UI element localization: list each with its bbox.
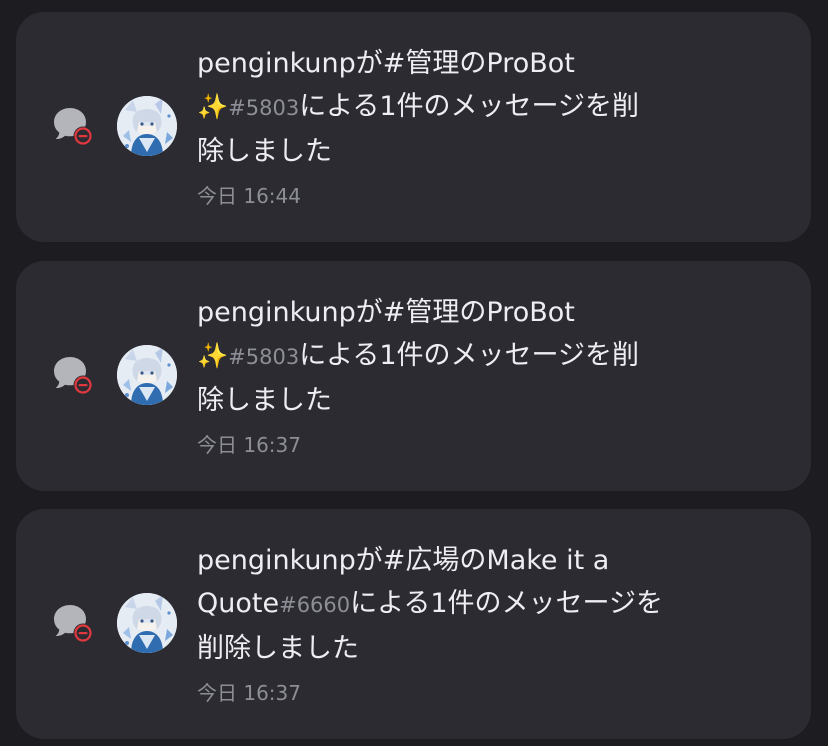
username[interactable]: penginkunp xyxy=(197,48,356,79)
timestamp: 今日 16:37 xyxy=(197,681,301,705)
bot-discriminator: #5803 xyxy=(228,345,300,369)
channel-name[interactable]: #管理 xyxy=(383,48,460,79)
notification-text: penginkunpが#管理のProBot ✨#5803による1件のメッセージを削… xyxy=(197,291,757,458)
notification-message: penginkunpが#広場のMake it a Quote#6660による1件の… xyxy=(197,545,663,664)
bot-avatar[interactable] xyxy=(117,345,177,405)
username[interactable]: penginkunp xyxy=(197,297,356,328)
bot-name[interactable]: ProBot xyxy=(486,48,574,79)
notification-text: penginkunpが#広場のMake it a Quote#6660による1件の… xyxy=(197,539,757,706)
channel-name[interactable]: #広場 xyxy=(383,545,460,576)
bot-avatar[interactable] xyxy=(117,96,177,156)
bot-discriminator: #6660 xyxy=(279,593,351,617)
sparkles-emoji-icon: ✨ xyxy=(197,341,229,370)
audit-notification[interactable]: penginkunpが#管理のProBot ✨#5803による1件のメッセージを削… xyxy=(16,12,811,242)
bot-name[interactable]: Make it a xyxy=(486,545,609,576)
timestamp: 今日 16:44 xyxy=(197,184,301,208)
message-delete-icon xyxy=(50,602,94,646)
notification-message: penginkunpが#管理のProBot ✨#5803による1件のメッセージを削… xyxy=(197,297,640,416)
sparkles-emoji-icon: ✨ xyxy=(197,92,229,121)
bot-name[interactable]: ProBot xyxy=(486,297,574,328)
audit-notification[interactable]: penginkunpが#管理のProBot ✨#5803による1件のメッセージを削… xyxy=(16,261,811,491)
notification-message: penginkunpが#管理のProBot ✨#5803による1件のメッセージを削… xyxy=(197,48,640,167)
username[interactable]: penginkunp xyxy=(197,545,356,576)
bot-discriminator: #5803 xyxy=(228,96,300,120)
notification-text: penginkunpが#管理のProBot ✨#5803による1件のメッセージを削… xyxy=(197,42,757,209)
audit-notification[interactable]: penginkunpが#広場のMake it a Quote#6660による1件の… xyxy=(16,509,811,739)
message-delete-icon xyxy=(50,105,94,149)
bot-avatar[interactable] xyxy=(117,593,177,653)
timestamp: 今日 16:37 xyxy=(197,433,301,457)
channel-name[interactable]: #管理 xyxy=(383,297,460,328)
message-delete-icon xyxy=(50,354,94,398)
bot-name[interactable]: Quote xyxy=(197,588,279,619)
